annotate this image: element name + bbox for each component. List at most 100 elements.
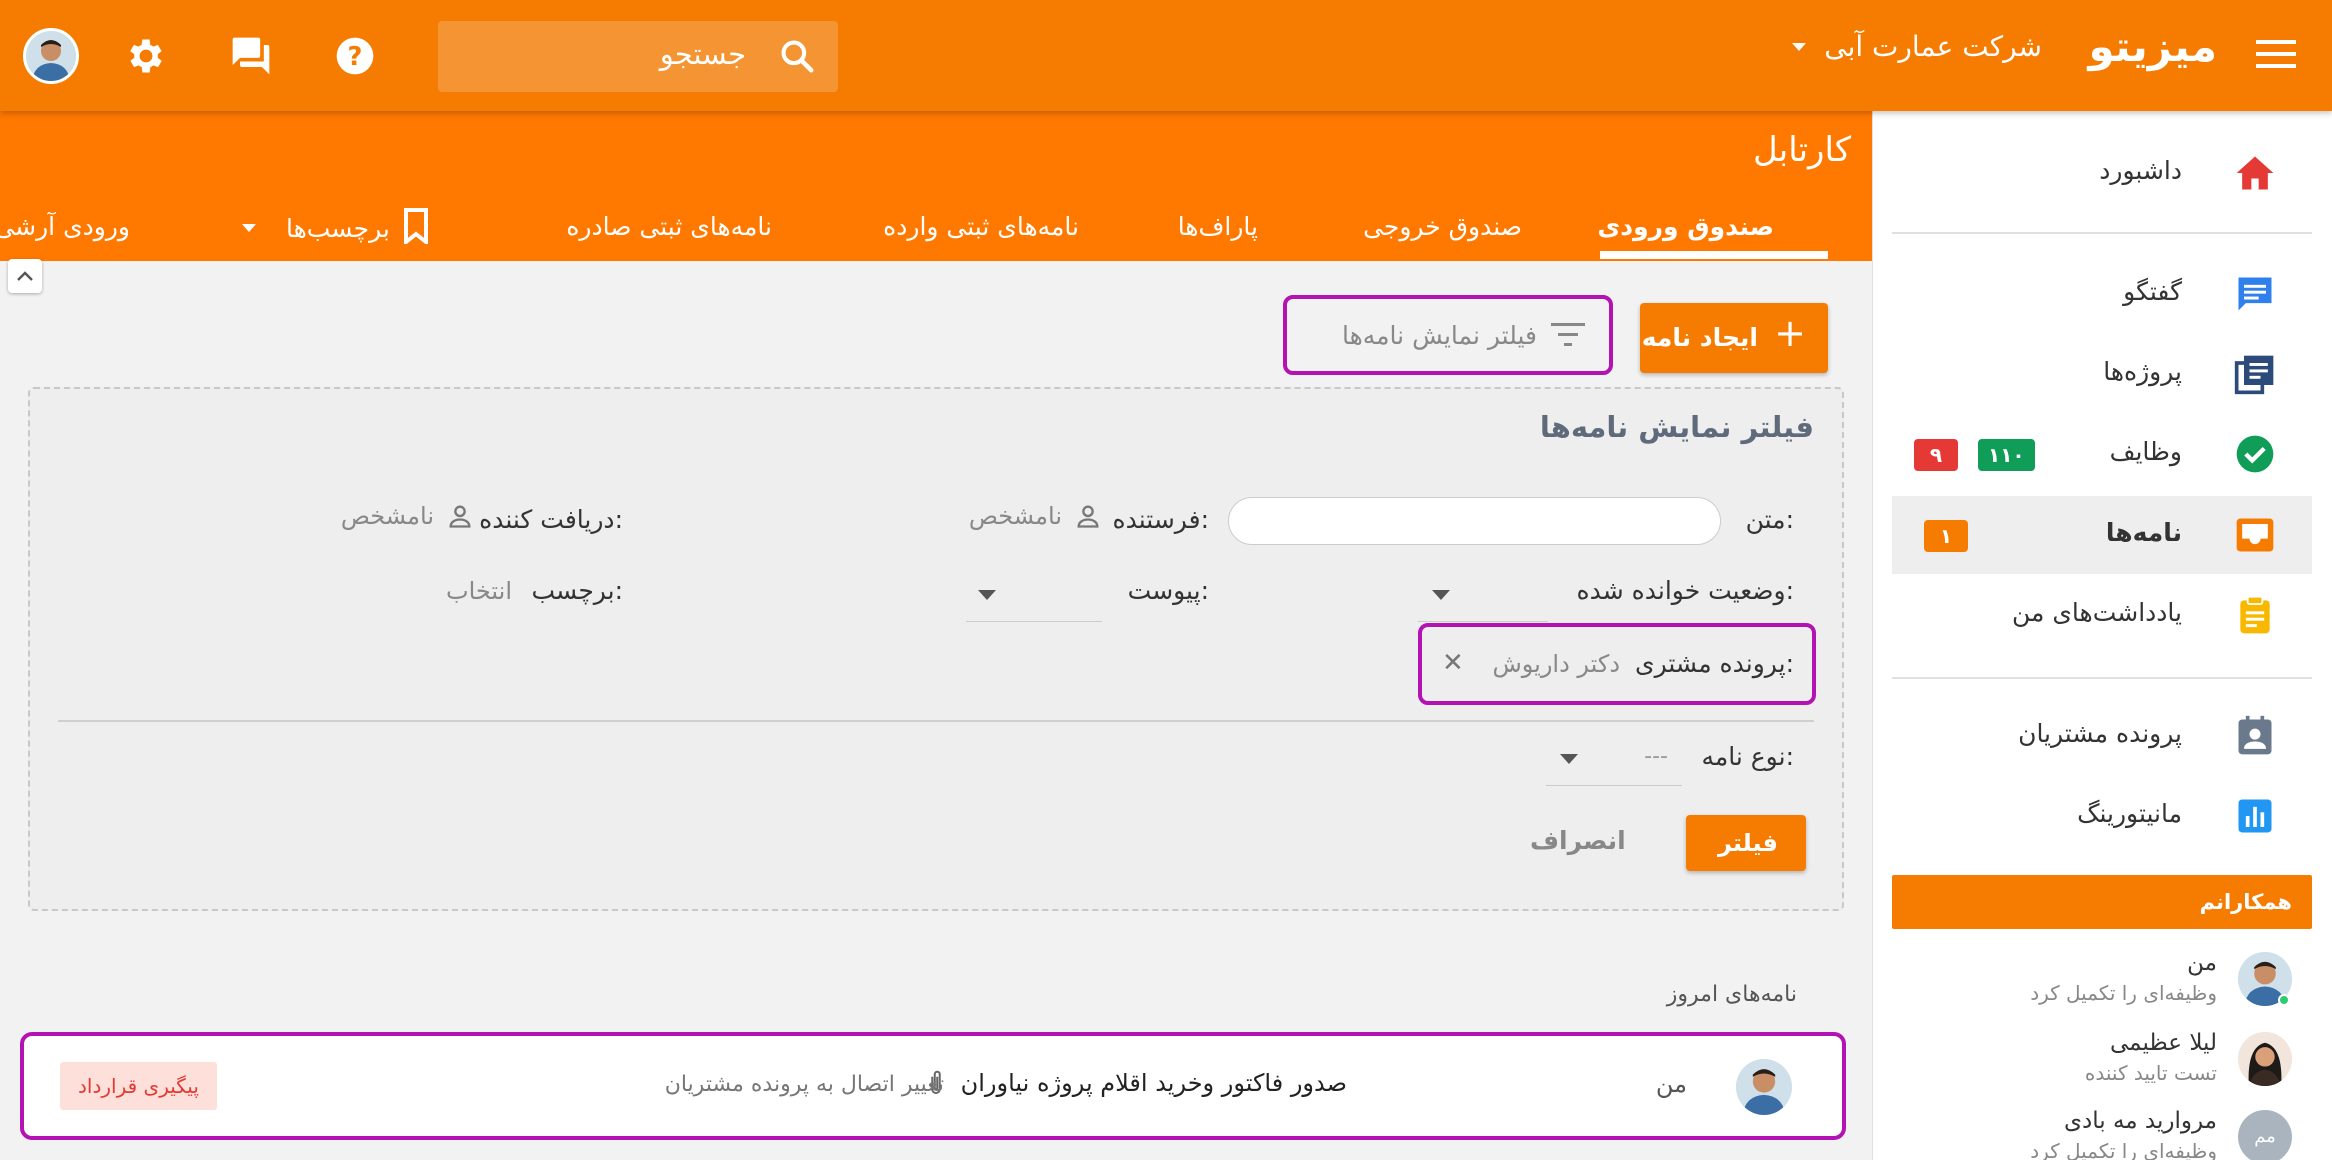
projects-icon: [2234, 355, 2274, 395]
tag-select[interactable]: انتخاب: [446, 577, 512, 605]
svg-text:?: ?: [348, 42, 363, 72]
bookmark-icon: [403, 208, 428, 244]
text-filter-input[interactable]: [1228, 497, 1721, 545]
colleagues-header: همکارانم: [1892, 875, 2312, 929]
letter-type-label: نوع نامه:: [1701, 742, 1794, 771]
tab-labels-label: برچسب‌ها: [286, 213, 390, 243]
sender-label: فرستنده:: [1112, 505, 1209, 534]
colleague-avatar[interactable]: [2238, 1032, 2292, 1086]
colleague-status: وظیفه‌ای را تکمیل کرد: [2030, 981, 2217, 1005]
colleague-name: مروارید مه بادی: [2063, 1108, 2217, 1134]
tab-registered-outgoing[interactable]: نامه‌های ثبتی صادره: [566, 212, 772, 241]
sidebar-item-monitoring[interactable]: مانیتورینگ: [1892, 777, 2312, 855]
sidebar-item-dashboard[interactable]: داشبورد: [1892, 134, 2312, 212]
clear-x-icon[interactable]: ✕: [1442, 648, 1464, 678]
messages-icon[interactable]: [228, 34, 274, 82]
company-name: شرکت عمارت آبی: [1824, 30, 2042, 63]
page-title: کارتابل: [1753, 130, 1851, 170]
colleague-name: لیلا عظیمی: [2110, 1030, 2217, 1056]
customer-file-value: دکتر داریوش: [1492, 650, 1620, 678]
sidebar-divider: [1892, 232, 2312, 234]
sidebar-item-label: گفتگو: [2123, 277, 2182, 306]
settings-gear-icon[interactable]: [124, 34, 168, 82]
sidebar-item-projects[interactable]: پروژه‌ها: [1892, 335, 2312, 413]
search-input[interactable]: جستجو: [438, 21, 838, 92]
apply-filter-button[interactable]: فیلتر: [1686, 815, 1806, 871]
cancel-filter-button[interactable]: انصراف: [1530, 826, 1626, 855]
user-avatar[interactable]: [23, 28, 79, 84]
top-bar: ? جستجو شرکت عمارت آبی میزیتو: [0, 0, 2332, 111]
plus-icon: +: [1774, 311, 1806, 355]
sidebar-item-label: داشبورد: [2099, 156, 2182, 185]
caret-down-icon: [1792, 42, 1807, 51]
today-letters-title: نامه‌های امروز: [1666, 982, 1797, 1007]
company-selector[interactable]: شرکت عمارت آبی: [1790, 30, 2042, 63]
letter-tag-badge: پیگیری قرارداد: [60, 1062, 217, 1110]
receiver-selector[interactable]: نامشخص: [341, 502, 474, 530]
menu-hamburger-icon[interactable]: [2256, 38, 2296, 74]
home-icon: [2236, 156, 2274, 190]
person-icon: [1077, 505, 1099, 528]
filter-panel-title: فیلتر نمایش نامه‌ها: [1539, 410, 1814, 444]
letter-subject: صدور فاکتور وخرید اقلام پروژه نیاوران: [960, 1069, 1347, 1097]
sidebar-item-label: پروژه‌ها: [2103, 357, 2182, 386]
tab-outbox[interactable]: صندوق خروجی: [1363, 212, 1522, 241]
chat-icon: [2238, 277, 2272, 311]
receiver-value: نامشخص: [340, 502, 434, 530]
check-circle-icon: [2236, 435, 2274, 473]
bar-chart-icon: [2238, 799, 2272, 833]
sidebar-item-label: وظایف: [2109, 437, 2182, 466]
collapse-chevron-icon[interactable]: [8, 259, 42, 293]
sidebar-item-notes[interactable]: یادداشت‌های من: [1892, 576, 2312, 654]
help-icon[interactable]: ?: [333, 34, 377, 82]
attachment-select[interactable]: [966, 578, 1102, 622]
contact-card-icon: [2238, 715, 2272, 755]
tab-inbox[interactable]: صندوق ورودی: [1597, 212, 1774, 241]
tab-registered-incoming[interactable]: نامه‌های ثبتی وارده: [883, 212, 1079, 241]
tab-active-indicator: [1600, 251, 1828, 259]
create-letter-button[interactable]: + ایجاد نامه: [1640, 303, 1828, 373]
tasks-overdue-badge: ۹: [1914, 439, 1958, 471]
sender-avatar: [1736, 1059, 1792, 1115]
customer-file-filter: پرونده مشتری: دکتر داریوش ✕: [1418, 623, 1816, 705]
sender-value: نامشخص: [968, 502, 1062, 530]
colleague-name: من: [2187, 950, 2217, 976]
sidebar-item-tasks[interactable]: وظایف ۱۱۰ ۹: [1892, 415, 2312, 493]
caret-down-icon: [1432, 590, 1450, 600]
sender-selector[interactable]: نامشخص: [969, 502, 1102, 530]
tab-labels[interactable]: برچسب‌ها: [240, 208, 430, 244]
colleague-status: تست تایید کننده: [2084, 1061, 2217, 1085]
inbox-icon: [2236, 518, 2274, 552]
search-placeholder: جستجو: [659, 37, 746, 71]
brand-logo: میزیتو: [2088, 22, 2217, 71]
receiver-label: دریافت کننده:: [479, 505, 623, 534]
filter-list-icon: [1551, 323, 1585, 346]
sidebar-item-label: یادداشت‌های من: [2011, 598, 2182, 627]
apply-filter-label: فیلتر: [1717, 829, 1778, 857]
read-status-label: وضعیت خوانده شده:: [1576, 576, 1794, 605]
filter-divider: [58, 720, 1814, 722]
colleague-avatar-initials[interactable]: مم: [2238, 1110, 2292, 1160]
tab-parafs[interactable]: پاراف‌ها: [1178, 212, 1258, 241]
tasks-count-badge: ۱۱۰: [1978, 439, 2035, 471]
create-letter-label: ایجاد نامه: [1641, 323, 1758, 352]
sidebar-item-customers[interactable]: پرونده مشتریان: [1892, 697, 2312, 775]
sidebar-item-label: نامه‌ها: [2105, 518, 2182, 547]
letter-type-value: ---: [1644, 744, 1668, 769]
sidebar-divider: [1892, 677, 2312, 679]
sidebar-item-label: پرونده مشتریان: [2018, 719, 2182, 748]
letter-type-select[interactable]: ---: [1546, 740, 1682, 786]
online-status-dot: [2278, 994, 2290, 1006]
tag-label: برچسب:: [531, 576, 624, 605]
tab-archive[interactable]: ورودی آرشی: [0, 212, 130, 241]
colleague-status: وظیفه‌ای را تکمیل کرد: [2030, 1139, 2217, 1160]
sidebar-item-letters[interactable]: نامه‌ها ۱: [1892, 496, 2312, 574]
filter-letters-button[interactable]: فیلتر نمایش نامه‌ها: [1283, 295, 1613, 375]
sidebar-item-chat[interactable]: گفتگو: [1892, 255, 2312, 333]
read-status-select[interactable]: [1418, 578, 1548, 622]
letter-description: تغییر اتصال به پرونده مشتریان: [664, 1072, 944, 1097]
clipboard-icon: [2240, 595, 2270, 634]
caret-down-icon: [242, 224, 256, 232]
letters-count-badge: ۱: [1924, 520, 1968, 552]
letter-sender: من: [1655, 1070, 1687, 1098]
